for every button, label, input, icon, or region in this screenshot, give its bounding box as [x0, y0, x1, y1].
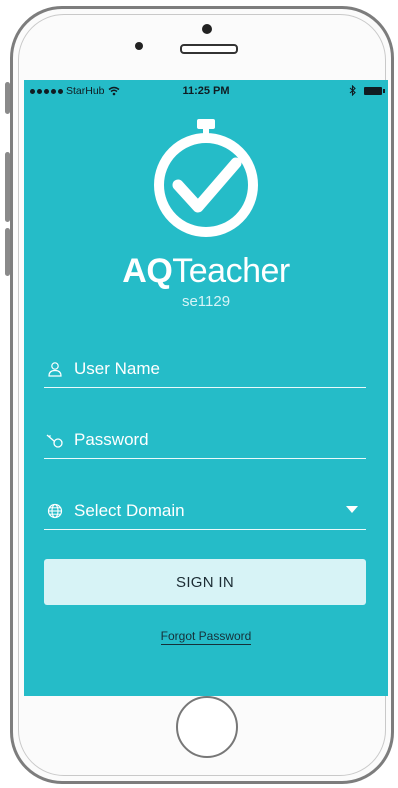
status-right — [349, 85, 385, 96]
stopwatch-check-logo — [154, 119, 258, 237]
password-placeholder: Password — [74, 430, 149, 449]
forgot-password-container: Forgot Password — [24, 627, 388, 645]
volume-down-button — [5, 228, 10, 276]
forgot-password-link[interactable]: Forgot Password — [160, 629, 252, 645]
dropdown-arrow-icon[interactable] — [346, 506, 358, 513]
globe-icon — [44, 500, 66, 522]
proximity-sensor — [135, 42, 143, 50]
mute-switch — [5, 82, 10, 114]
key-icon — [44, 429, 66, 451]
password-field[interactable]: Password — [44, 422, 366, 459]
domain-placeholder: Select Domain — [74, 501, 185, 520]
app-name-bold: AQ — [122, 252, 173, 290]
domain-select[interactable]: Select Domain — [44, 493, 366, 530]
username-field[interactable]: User Name — [44, 351, 366, 388]
sign-in-button[interactable]: SIGN IN — [44, 559, 366, 605]
app-name: AQTeacher — [24, 252, 388, 291]
school-code: se1129 — [181, 293, 231, 310]
bluetooth-icon — [349, 85, 356, 96]
home-button[interactable] — [176, 696, 238, 758]
front-camera — [202, 24, 212, 34]
user-icon — [44, 358, 66, 380]
username-placeholder: User Name — [74, 359, 160, 378]
volume-up-button — [5, 152, 10, 222]
app-name-regular: Teacher — [172, 252, 290, 290]
status-bar: StarHub 11:25 PM — [24, 80, 388, 102]
earpiece-speaker — [180, 44, 238, 54]
status-time: 11:25 PM — [182, 85, 230, 97]
app-screen: StarHub 11:25 PM AQTeacher se1129 User N… — [24, 80, 388, 696]
battery-icon — [364, 86, 385, 95]
